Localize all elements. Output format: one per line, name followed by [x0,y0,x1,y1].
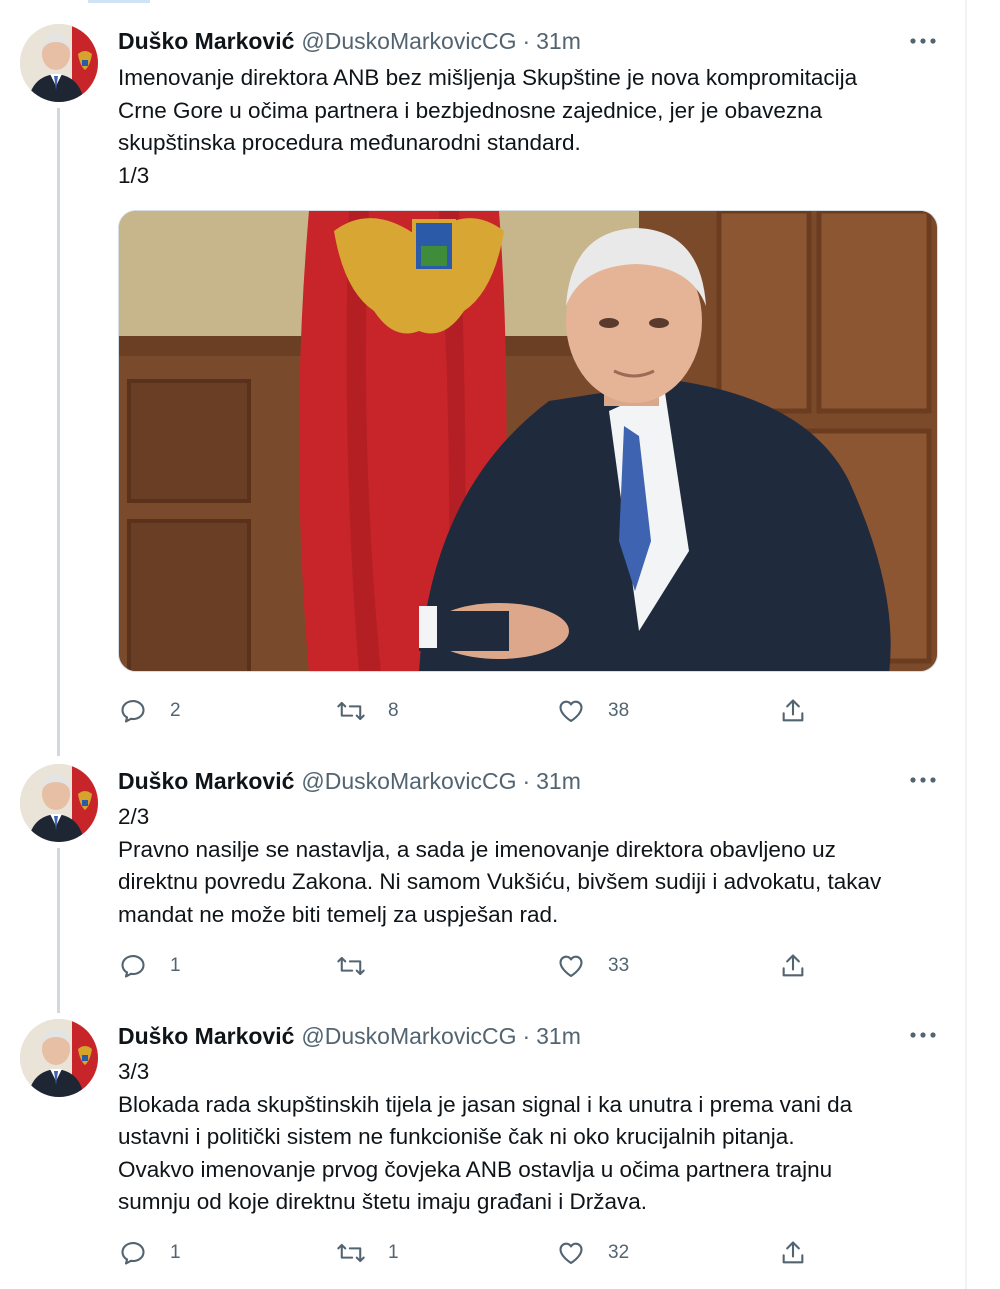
reply-count: 1 [170,955,181,976]
tweet-time[interactable]: 31m [536,768,581,795]
tweet-text-line: skupštinska procedura međunarodni standa… [118,130,581,155]
tweet-time[interactable]: 31m [536,28,581,55]
tweet-text: 3/3 Blokada rada skupštinskih tijela je … [118,1056,948,1219]
tweet-text-line: Ovakvo imenovanje prvog čovjeka ANB osta… [118,1156,833,1182]
tweet-header: Duško Marković @DuskoMarkovicCG · 31m [118,26,581,56]
like-count: 32 [608,1242,630,1263]
tweet-text-line: 3/3 [118,1059,150,1084]
retweet-icon [336,1238,366,1268]
author-name[interactable]: Duško Marković [118,28,294,55]
tweet-photo[interactable] [118,210,938,672]
tweet-text-line: 2/3 [118,804,150,829]
tweet-actions: 1 1 32 [118,1237,838,1269]
tweet-header: Duško Marković @DuskoMarkovicCG · 31m [118,1021,581,1051]
tweet-actions: 1 33 [118,950,838,982]
author-name[interactable]: Duško Marković [118,1023,294,1050]
retweet-icon [336,696,366,726]
tweet-header: Duško Marković @DuskoMarkovicCG · 31m [118,766,581,796]
reply-button[interactable]: 1 [118,950,181,982]
like-button[interactable]: 33 [556,950,629,982]
thread-line [57,848,60,1013]
retweet-button[interactable] [336,950,388,982]
author-handle[interactable]: @DuskoMarkovicCG [301,1023,516,1050]
tweet-text-line: Crne Gore u očima partnera i bezbjednosn… [118,97,823,123]
tweet-actions: 2 8 38 [118,695,838,727]
tweet-text-line: Blokada rada skupštinskih tijela je jasa… [118,1091,853,1117]
tweet-text-line: mandat ne može biti temelj za uspješan r… [118,901,559,927]
share-icon [778,951,808,981]
top-accent-bar [88,0,150,3]
more-icon[interactable] [905,768,941,792]
share-button[interactable] [778,1237,808,1269]
reply-icon [118,951,148,981]
tweet-text: 2/3 Pravno nasilje se nastavlja, a sada … [118,801,948,931]
thread-line [57,108,60,756]
retweet-button[interactable]: 8 [336,695,399,727]
avatar[interactable] [20,1019,98,1097]
separator-dot: · [522,767,531,794]
tweet-text-line: sumnju od koje direktnu štetu imaju građ… [118,1189,648,1214]
avatar[interactable] [20,24,98,102]
share-icon [778,696,808,726]
author-handle[interactable]: @DuskoMarkovicCG [301,768,516,795]
timeline-border [965,0,967,1289]
more-icon[interactable] [905,29,941,53]
heart-icon [556,696,586,726]
like-count: 38 [608,700,630,721]
heart-icon [556,951,586,981]
reply-count: 1 [170,1242,181,1263]
retweet-count: 1 [388,1242,399,1263]
retweet-count: 8 [388,700,399,721]
reply-icon [118,1238,148,1268]
retweet-icon [336,951,366,981]
tweet-time[interactable]: 31m [536,1023,581,1050]
tweet-text-line: ustavni i politički sistem ne funkcioniš… [118,1124,795,1149]
tweet-text: Imenovanje direktora ANB bez mišljenja S… [118,62,948,192]
like-count: 33 [608,955,630,976]
author-name[interactable]: Duško Marković [118,768,294,795]
share-button[interactable] [778,950,808,982]
more-icon[interactable] [905,1023,941,1047]
separator-dot: · [522,27,531,54]
tweet-text-line: Imenovanje direktora ANB bez mišljenja S… [118,65,858,90]
reply-button[interactable]: 1 [118,1237,181,1269]
reply-count: 2 [170,700,181,721]
share-button[interactable] [778,695,808,727]
tweet-text-line: Pravno nasilje se nastavlja, a sada je i… [118,836,836,862]
tweet-text-line: direktnu povredu Zakona. Ni samom Vukšić… [118,869,882,894]
separator-dot: · [522,1022,531,1049]
heart-icon [556,1238,586,1268]
author-handle[interactable]: @DuskoMarkovicCG [301,28,516,55]
reply-button[interactable]: 2 [118,695,181,727]
share-icon [778,1238,808,1268]
avatar[interactable] [20,764,98,842]
reply-icon [118,696,148,726]
like-button[interactable]: 38 [556,695,629,727]
retweet-button[interactable]: 1 [336,1237,399,1269]
tweet-text-line: 1/3 [118,162,150,188]
like-button[interactable]: 32 [556,1237,629,1269]
